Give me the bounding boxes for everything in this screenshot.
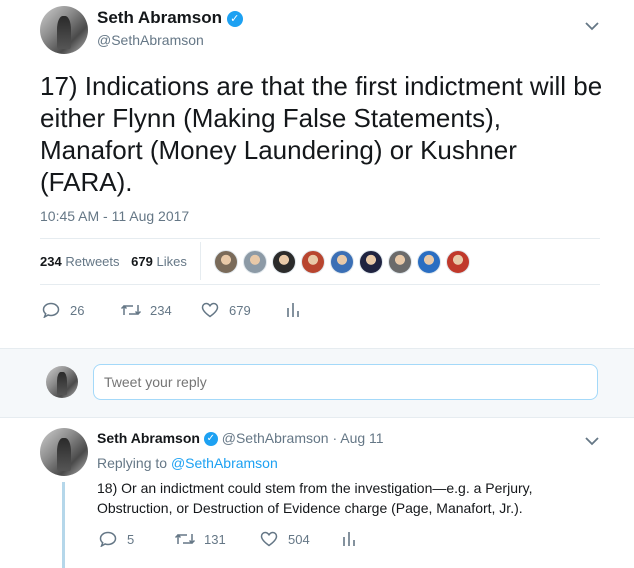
retweets-stat[interactable]: 234 Retweets <box>40 254 123 269</box>
reply2-analytics-action[interactable] <box>338 530 368 548</box>
retweets-count: 234 <box>40 254 62 269</box>
replying-handle-link[interactable]: @SethAbramson <box>171 455 278 471</box>
verified-badge-icon: ✓ <box>226 10 243 27</box>
analytics-action[interactable] <box>282 301 312 319</box>
reply-separator: · <box>332 430 338 446</box>
replying-to: Replying to @SethAbramson <box>97 455 278 471</box>
retweets-label: Retweets <box>65 254 120 269</box>
reply2-reply-action[interactable]: 5 <box>97 530 134 548</box>
chevron-down-icon[interactable] <box>585 18 599 34</box>
retweet-action[interactable]: 234 <box>120 301 172 319</box>
liker-avatar-8[interactable] <box>417 250 441 274</box>
liker-avatar-7[interactable] <box>388 250 412 274</box>
reply-input[interactable] <box>93 364 598 400</box>
heart-icon <box>199 301 221 319</box>
liker-avatar-1[interactable] <box>214 250 238 274</box>
retweet-count: 234 <box>150 302 172 318</box>
my-avatar[interactable] <box>46 366 78 398</box>
reply-icon <box>40 301 62 319</box>
replying-label: Replying to <box>97 455 168 471</box>
reply2-retweet-icon <box>174 530 196 548</box>
reply2-retweet-action[interactable]: 131 <box>174 530 226 548</box>
author-handle[interactable]: @SethAbramson <box>97 32 204 48</box>
reply2-retweet-count: 131 <box>204 531 226 547</box>
reply2-reply-icon <box>97 530 119 548</box>
liker-avatar-4[interactable] <box>301 250 325 274</box>
stats-separator <box>200 242 201 280</box>
stats-row: 234 Retweets 679 Likes <box>40 254 187 269</box>
reply-author-name[interactable]: Seth Abramson <box>97 430 200 446</box>
reply-author-handle[interactable]: @SethAbramson <box>222 430 329 446</box>
reply2-like-count: 504 <box>288 531 310 547</box>
reply-count: 26 <box>70 302 85 318</box>
liker-avatar-2[interactable] <box>243 250 267 274</box>
liker-avatar-9[interactable] <box>446 250 470 274</box>
author-name[interactable]: Seth Abramson <box>97 8 222 27</box>
reply-date[interactable]: Aug 11 <box>340 430 383 446</box>
likers-avatars <box>214 250 475 274</box>
reply-text: 18) Or an indictment could stem from the… <box>97 480 533 516</box>
liker-avatar-6[interactable] <box>359 250 383 274</box>
tweet-text: 17) Indications are that the first indic… <box>40 71 603 197</box>
like-action[interactable]: 679 <box>199 301 251 319</box>
likes-label: Likes <box>156 254 187 269</box>
reply2-analytics-icon <box>338 530 360 548</box>
author-avatar[interactable] <box>40 6 88 54</box>
likes-stat[interactable]: 679 Likes <box>131 254 187 269</box>
likes-count: 679 <box>131 254 153 269</box>
tweet-timestamp[interactable]: 10:45 AM - 11 Aug 2017 <box>40 208 189 224</box>
author-name-row[interactable]: Seth Abramson ✓ <box>97 8 243 28</box>
thread-line <box>62 482 65 568</box>
like-count: 679 <box>229 302 251 318</box>
reply-chevron-down-icon[interactable] <box>585 433 599 449</box>
reply-author-avatar[interactable] <box>40 428 88 476</box>
reply-action[interactable]: 26 <box>40 301 84 319</box>
reply2-heart-icon <box>258 530 280 548</box>
divider-top <box>40 238 600 239</box>
reply2-like-action[interactable]: 504 <box>258 530 310 548</box>
liker-avatar-3[interactable] <box>272 250 296 274</box>
reply-header: Seth Abramson ✓ @SethAbramson · Aug 11 <box>97 430 384 447</box>
analytics-icon <box>282 301 304 319</box>
liker-avatar-5[interactable] <box>330 250 354 274</box>
divider-mid <box>40 284 600 285</box>
reply2-reply-count: 5 <box>127 531 135 547</box>
retweet-icon <box>120 301 142 319</box>
reply-verified-badge-icon: ✓ <box>203 432 218 447</box>
